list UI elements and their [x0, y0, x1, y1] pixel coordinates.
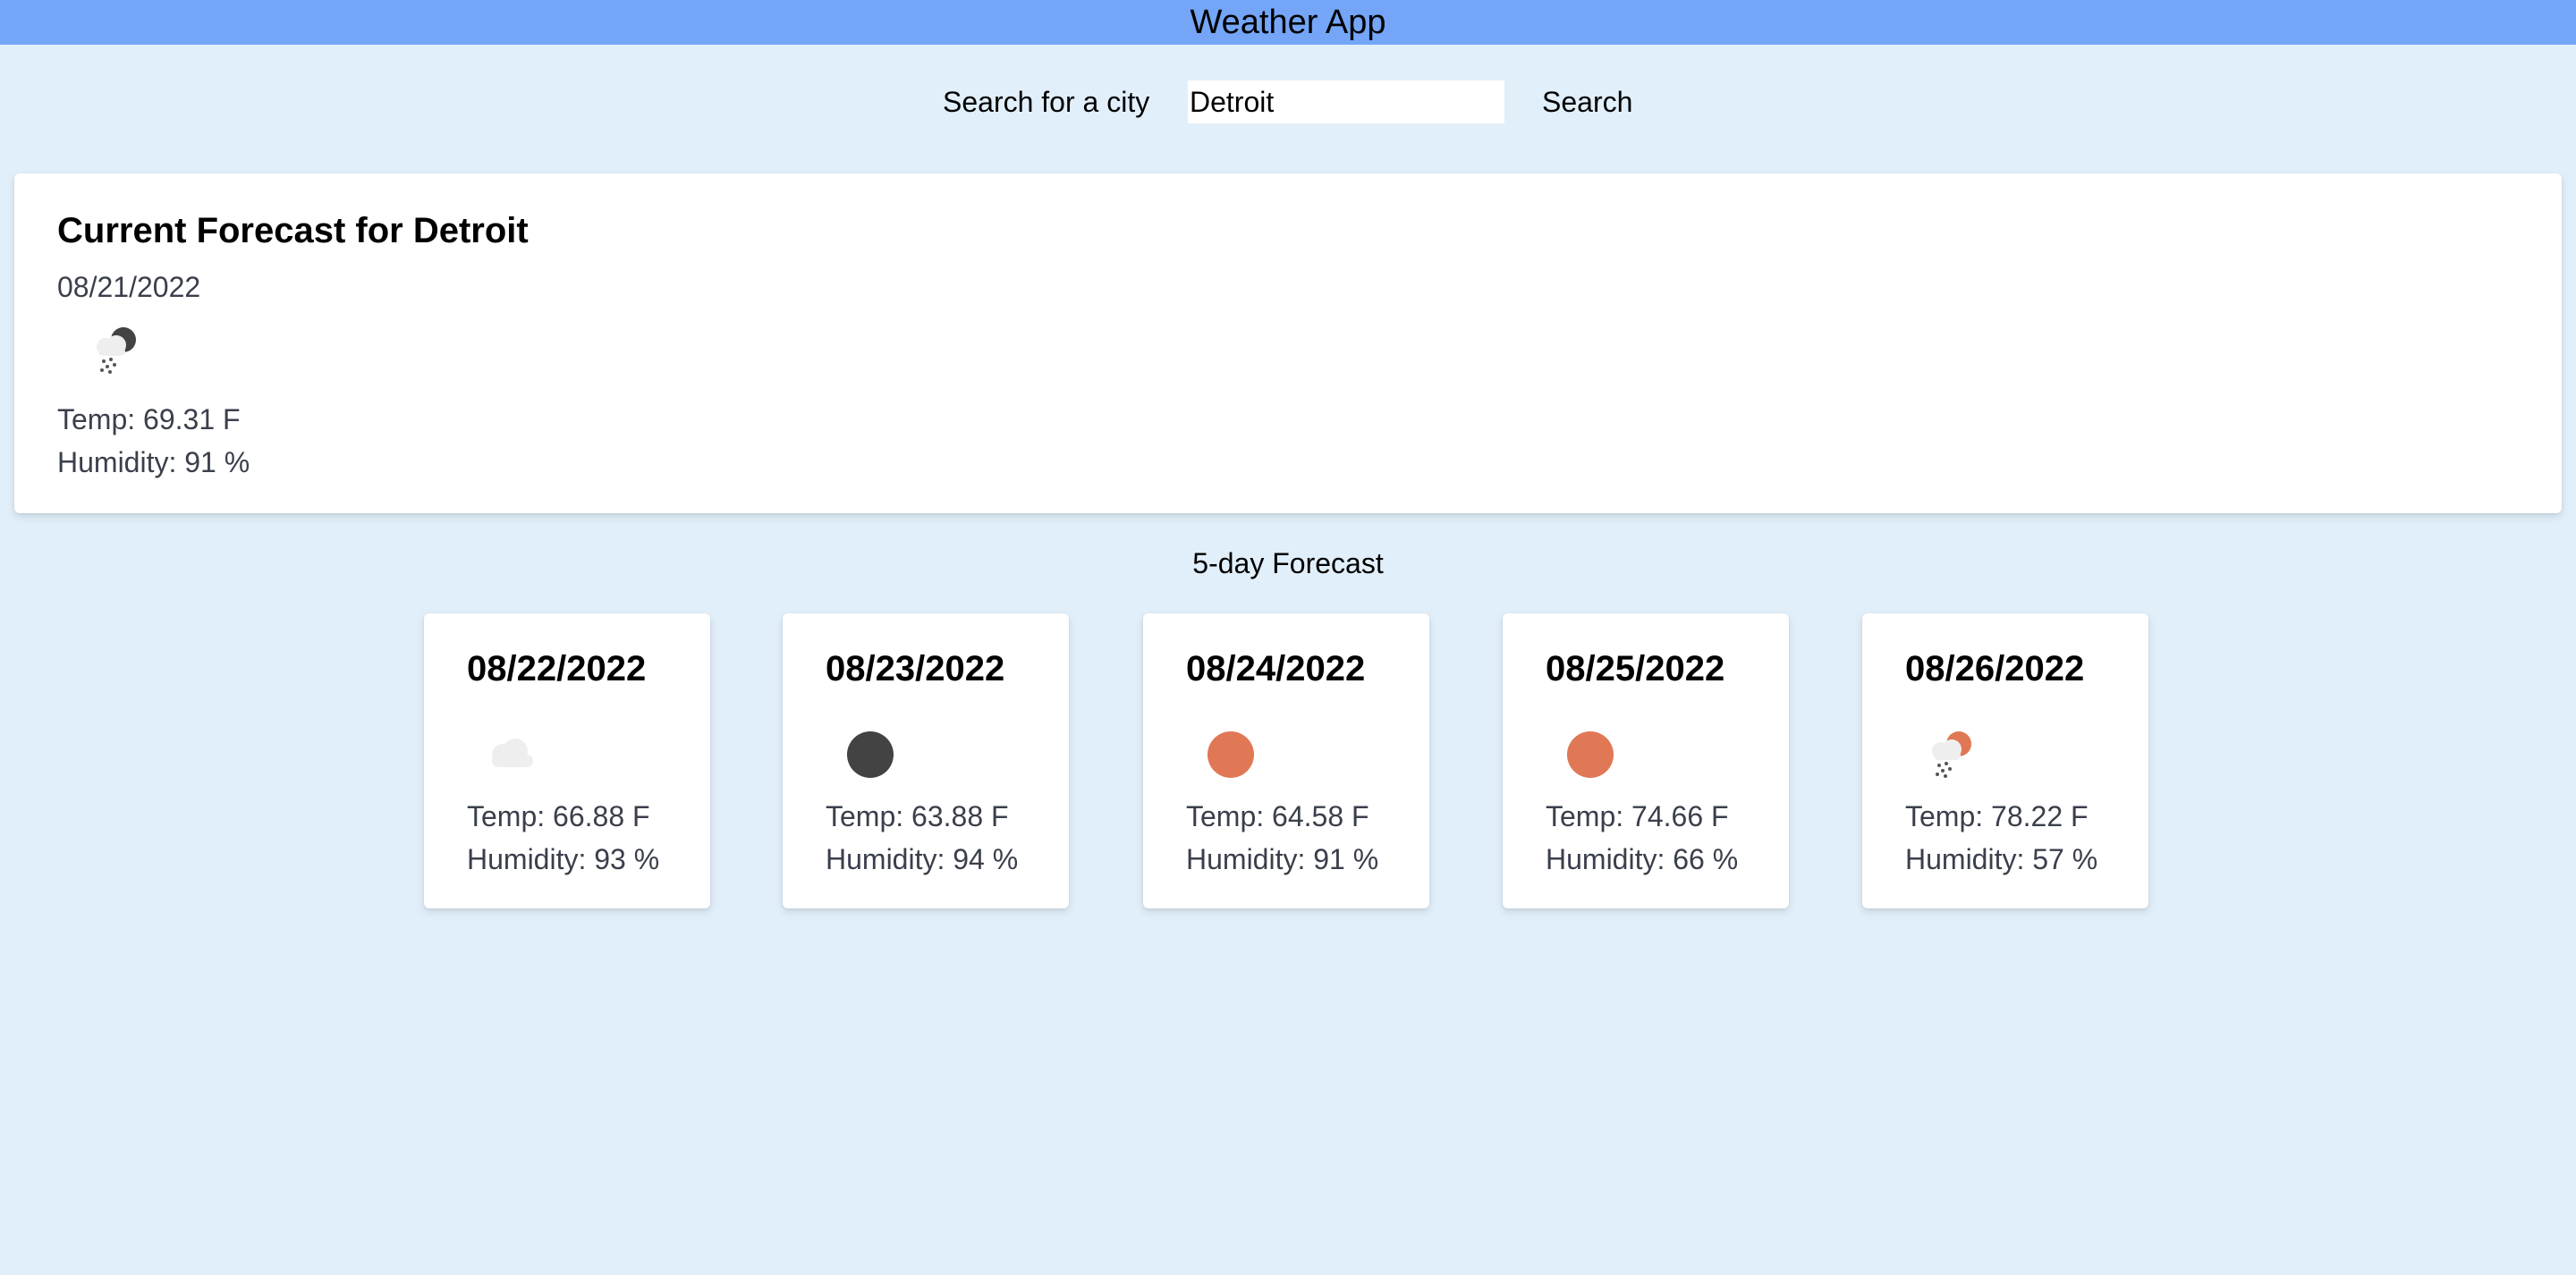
sun-icon: [1208, 731, 1254, 778]
forecast-day-card: 08/23/2022 Temp: 63.88 F Humidity: 94 %: [783, 613, 1069, 908]
cloud-icon: [492, 739, 533, 767]
forecast-date: 08/23/2022: [826, 649, 1005, 688]
five-day-forecast-heading: 5-day Forecast: [1192, 547, 1384, 579]
forecast-temp: Temp: 66.88 F: [467, 800, 650, 832]
current-temp: Temp: 69.31 F: [57, 403, 241, 435]
forecast-humidity: Humidity: 66 %: [1546, 843, 1739, 875]
current-forecast-card: Current Forecast for Detroit 08/21/2022 …: [14, 173, 2562, 513]
search-bar: Search for a city Search: [0, 79, 2576, 125]
sun-icon: [1567, 731, 1614, 778]
forecast-humidity: Humidity: 57 %: [1905, 843, 2098, 875]
forecast-date: 08/24/2022: [1186, 649, 1366, 688]
forecast-humidity: Humidity: 94 %: [826, 843, 1019, 875]
forecast-temp: Temp: 78.22 F: [1905, 800, 2089, 832]
forecast-day-card: 08/22/2022 Temp: 66.88 F Humidity: 93 %: [424, 613, 710, 908]
snow-day-icon: [1932, 731, 1971, 778]
forecast-day-card: 08/24/2022 Temp: 64.58 F Humidity: 91 %: [1143, 613, 1429, 908]
current-date: 08/21/2022: [57, 271, 201, 303]
moon-icon: [847, 731, 894, 778]
forecast-temp: Temp: 74.66 F: [1546, 800, 1729, 832]
current-humidity: Humidity: 91 %: [57, 446, 250, 478]
current-forecast-title: Current Forecast for Detroit: [57, 211, 529, 250]
search-button[interactable]: Search: [1531, 80, 1643, 123]
city-search-input[interactable]: [1188, 80, 1504, 123]
app-header: Weather App: [0, 0, 2576, 45]
forecast-date: 08/26/2022: [1905, 649, 2085, 688]
search-label: Search for a city: [943, 86, 1150, 118]
forecast-date: 08/22/2022: [467, 649, 647, 688]
forecast-humidity: Humidity: 91 %: [1186, 843, 1379, 875]
forecast-temp: Temp: 63.88 F: [826, 800, 1009, 832]
forecast-day-card: 08/26/2022 Temp: 78.22 F Humidity: 57 %: [1862, 613, 2148, 908]
forecast-temp: Temp: 64.58 F: [1186, 800, 1369, 832]
app-title: Weather App: [1190, 4, 1386, 41]
forecast-date: 08/25/2022: [1546, 649, 1725, 688]
forecast-humidity: Humidity: 93 %: [467, 843, 660, 875]
forecast-day-card: 08/25/2022 Temp: 74.66 F Humidity: 66 %: [1503, 613, 1789, 908]
snow-night-icon: [97, 327, 136, 374]
